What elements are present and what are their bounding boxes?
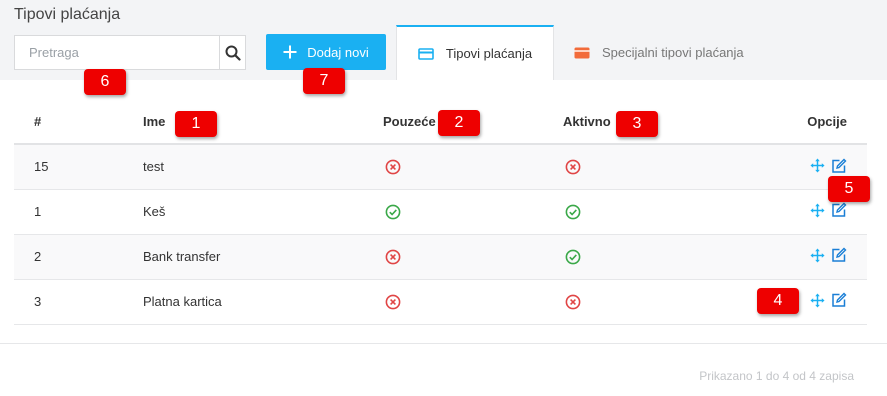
move-icon[interactable] <box>810 293 825 308</box>
active-status-cell <box>563 144 797 190</box>
column-header-number[interactable]: # <box>14 99 143 145</box>
callout-badge: 5 <box>828 176 870 202</box>
callout-badge: 3 <box>616 111 658 137</box>
row-number: 3 <box>14 279 143 325</box>
pagination-info: Prikazano 1 do 4 od 4 zapisa <box>699 369 854 383</box>
search-input[interactable] <box>15 36 219 69</box>
row-name: test <box>143 144 383 190</box>
column-header-active[interactable]: Aktivno <box>563 99 797 145</box>
plus-icon <box>283 45 297 59</box>
credit-card-icon <box>418 47 434 60</box>
check-circle-icon <box>385 204 563 220</box>
row-number: 2 <box>14 234 143 280</box>
search-button[interactable] <box>219 36 245 69</box>
divider <box>0 343 887 344</box>
callout-badge: 6 <box>84 69 126 95</box>
x-circle-icon <box>385 294 563 310</box>
x-circle-icon <box>385 159 563 175</box>
row-name: Platna kartica <box>143 279 383 325</box>
move-icon[interactable] <box>810 158 825 173</box>
active-status-cell <box>563 234 797 280</box>
tab-payment-types-label: Tipovi plaćanja <box>445 46 533 61</box>
edit-icon[interactable] <box>831 158 847 174</box>
callout-badge: 4 <box>757 288 799 314</box>
active-status-cell <box>563 189 797 235</box>
row-number: 1 <box>14 189 143 235</box>
tab-special-payment-types-label: Specijalni tipovi plaćanja <box>602 45 744 60</box>
table-row: 1 Keš <box>14 189 867 235</box>
row-number: 15 <box>14 144 143 190</box>
row-name: Bank transfer <box>143 234 383 280</box>
row-options <box>797 279 867 325</box>
add-new-button[interactable]: Dodaj novi <box>266 34 386 70</box>
tab-special-payment-types[interactable]: Specijalni tipovi plaćanja <box>574 25 744 80</box>
table-row: 15 test <box>14 144 867 190</box>
cod-status-cell <box>383 189 563 235</box>
check-circle-icon <box>565 204 797 220</box>
row-name: Keš <box>143 189 383 235</box>
add-new-label: Dodaj novi <box>307 44 369 60</box>
row-options <box>797 234 867 280</box>
cod-status-cell <box>383 234 563 280</box>
table-row: 2 Bank transfer <box>14 234 867 280</box>
cod-status-cell <box>383 144 563 190</box>
tab-payment-types[interactable]: Tipovi plaćanja <box>396 25 554 80</box>
edit-icon[interactable] <box>831 292 847 308</box>
move-icon[interactable] <box>810 248 825 263</box>
cod-status-cell <box>383 279 563 325</box>
column-header-options: Opcije <box>797 99 867 145</box>
callout-badge: 7 <box>303 68 345 94</box>
edit-icon[interactable] <box>831 247 847 263</box>
x-circle-icon <box>565 159 797 175</box>
search-box <box>14 35 246 70</box>
callout-badge: 1 <box>175 111 217 137</box>
move-icon[interactable] <box>810 203 825 218</box>
x-circle-icon <box>385 249 563 265</box>
edit-icon[interactable] <box>831 202 847 218</box>
check-circle-icon <box>565 249 797 265</box>
search-icon <box>225 45 241 61</box>
callout-badge: 2 <box>438 110 480 136</box>
page-title: Tipovi plaćanja <box>14 6 121 23</box>
credit-card-icon <box>574 47 590 59</box>
table-row: 3 Platna kartica <box>14 279 867 325</box>
